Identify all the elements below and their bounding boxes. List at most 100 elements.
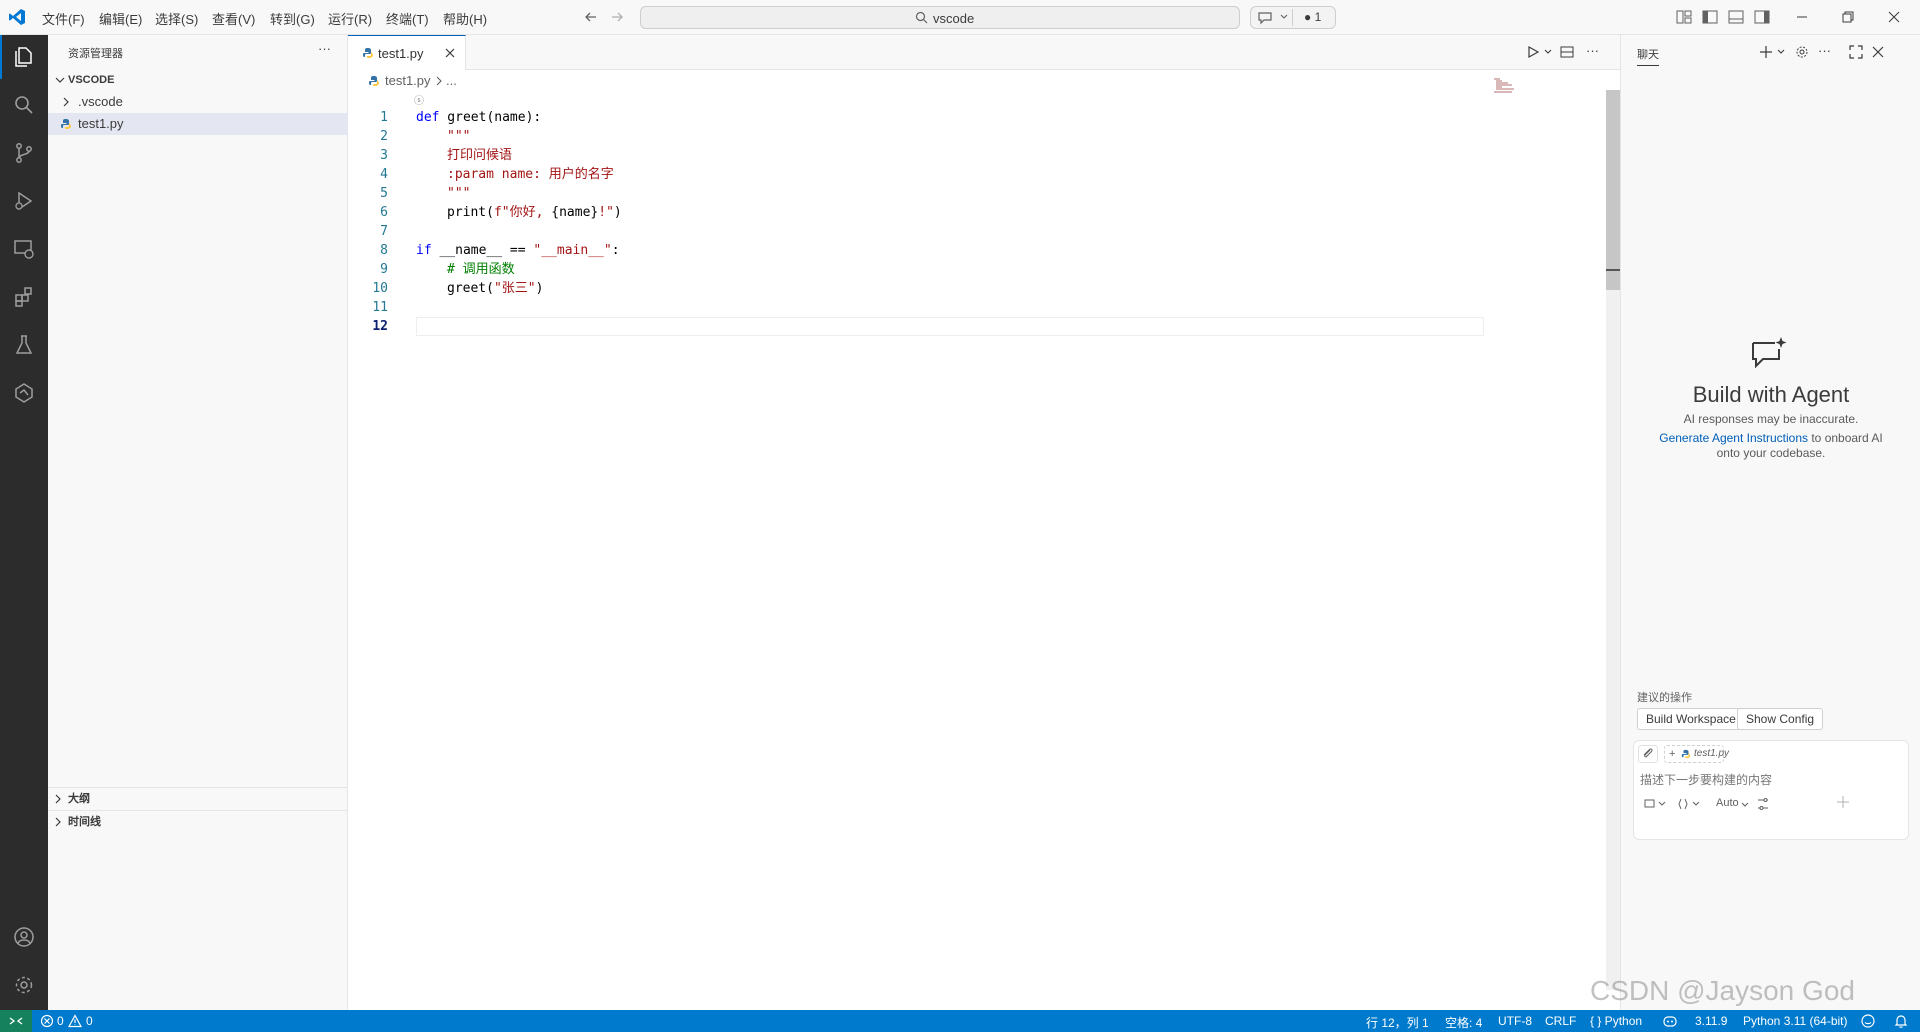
restore-icon[interactable] xyxy=(1841,10,1855,24)
tab-test1-py[interactable]: test1.py xyxy=(348,35,466,70)
sidebar-title: 资源管理器 xyxy=(68,48,123,60)
gear-icon[interactable] xyxy=(0,963,48,1007)
new-chat-icon[interactable] xyxy=(1759,45,1773,59)
gear-icon[interactable] xyxy=(1795,45,1809,59)
python-version[interactable]: 3.11.9 xyxy=(1695,1014,1727,1028)
notification-badge: ● 1 xyxy=(1304,10,1322,24)
build-workspace-button[interactable]: Build Workspace xyxy=(1637,708,1745,730)
code-editor[interactable]: test1.py ... ⓢ 1 2 3 4 5 6 7 8 9 10 11 1… xyxy=(348,70,1620,1011)
context-file-chip[interactable]: + test1.py xyxy=(1664,745,1729,763)
line-number: 5 xyxy=(380,186,388,201)
copilot-icon[interactable] xyxy=(1662,1013,1678,1029)
menu-terminal[interactable]: 终端(T) xyxy=(386,9,429,28)
run-file-icon[interactable] xyxy=(1526,45,1540,59)
tree-item-test1-py[interactable]: test1.py xyxy=(48,113,348,135)
extensions-icon[interactable] xyxy=(0,275,48,319)
remote-indicator[interactable] xyxy=(0,1010,32,1032)
tools-icon[interactable] xyxy=(1678,798,1702,810)
split-editor-icon[interactable] xyxy=(1560,45,1574,59)
close-icon[interactable] xyxy=(444,47,456,59)
menu-help[interactable]: 帮助(H) xyxy=(443,9,487,28)
account-icon[interactable] xyxy=(0,915,48,959)
explorer-sidebar: 资源管理器 ··· VSCODE .vscode test1.py 大纲 时间线 xyxy=(48,35,348,1011)
agent-mode-icon[interactable] xyxy=(1644,798,1668,810)
chevron-right-icon xyxy=(60,91,72,113)
minimize-icon[interactable] xyxy=(1795,10,1809,24)
breadcrumb-file[interactable]: test1.py xyxy=(385,73,431,88)
model-picker[interactable]: Auto xyxy=(1716,797,1739,809)
error-count[interactable]: 0 xyxy=(57,1014,64,1028)
codelens-hint[interactable]: ⓢ xyxy=(414,92,424,107)
bell-icon[interactable] xyxy=(1893,1013,1909,1029)
indentation[interactable]: 空格: 4 xyxy=(1445,1014,1482,1031)
code-line: print(f"你好, {name}!") xyxy=(447,205,622,220)
more-actions-icon[interactable]: ··· xyxy=(1818,43,1831,58)
chat-input-box[interactable]: + test1.py 描述下一步要构建的内容 Auto xyxy=(1633,740,1909,840)
attach-context-button[interactable] xyxy=(1638,745,1658,763)
python-interpreter[interactable]: Python 3.11 (64-bit) xyxy=(1743,1014,1848,1028)
menu-view[interactable]: 查看(V) xyxy=(212,9,255,28)
line-number: 9 xyxy=(380,262,388,277)
source-control-icon[interactable] xyxy=(0,131,48,175)
file-encoding[interactable]: UTF-8 xyxy=(1498,1014,1532,1028)
back-arrow-icon[interactable] xyxy=(584,10,598,24)
chevron-down-icon[interactable] xyxy=(1776,47,1786,57)
menu-file[interactable]: 文件(F) xyxy=(42,9,85,28)
chevron-down-icon[interactable] xyxy=(1740,800,1750,810)
configure-tools-icon[interactable] xyxy=(1756,797,1770,811)
status-bar: 0 0 行 12，列 1 空格: 4 UTF-8 CRLF { } Python… xyxy=(0,1010,1920,1032)
close-window-icon[interactable] xyxy=(1887,10,1901,24)
menu-selection[interactable]: 选择(S) xyxy=(155,9,198,28)
feedback-icon[interactable] xyxy=(1860,1013,1876,1029)
search-text: vscode xyxy=(933,11,975,26)
menu-run[interactable]: 运行(R) xyxy=(328,9,372,28)
send-icon[interactable] xyxy=(1836,795,1850,809)
line-number: 6 xyxy=(380,205,388,220)
remote-explorer-icon[interactable] xyxy=(0,227,48,271)
toggle-primary-sidebar-icon[interactable] xyxy=(1702,10,1718,24)
code-line: """ xyxy=(447,186,471,201)
chat-input-placeholder[interactable]: 描述下一步要构建的内容 xyxy=(1640,771,1772,788)
language-mode[interactable]: { } Python xyxy=(1590,1014,1642,1028)
menu-go[interactable]: 转到(G) xyxy=(270,9,315,28)
forward-arrow-icon[interactable] xyxy=(610,10,624,24)
warnings-icon[interactable] xyxy=(68,1014,82,1028)
chevron-down-icon[interactable] xyxy=(1543,47,1553,57)
chat-tab[interactable]: 聊天 xyxy=(1637,46,1659,66)
cursor-position[interactable]: 行 12，列 1 xyxy=(1366,1014,1429,1031)
suggested-actions-label: 建议的操作 xyxy=(1637,692,1692,704)
scrollbar-thumb[interactable] xyxy=(1606,90,1620,290)
tree-item-vscode-folder[interactable]: .vscode xyxy=(48,91,348,113)
generate-instructions-link[interactable]: Generate Agent Instructions xyxy=(1659,431,1808,445)
explorer-icon[interactable] xyxy=(0,35,48,79)
python-file-icon xyxy=(1681,749,1691,759)
show-config-button[interactable]: Show Config xyxy=(1737,708,1824,730)
more-actions-icon[interactable]: ··· xyxy=(318,41,331,56)
run-debug-icon[interactable] xyxy=(0,179,48,223)
timeline-section[interactable]: 时间线 xyxy=(48,811,348,833)
editor-tab-bar: test1.py ··· xyxy=(348,35,1620,70)
maximize-icon[interactable] xyxy=(1849,45,1863,59)
copilot-status-group[interactable]: ● 1 xyxy=(1250,6,1336,29)
layout-customize-icon[interactable] xyxy=(1676,10,1692,24)
title-bar: 文件(F) 编辑(E) 选择(S) 查看(V) 转到(G) 运行(R) 终端(T… xyxy=(0,0,1920,35)
gitlens-icon[interactable] xyxy=(0,371,48,415)
close-icon[interactable] xyxy=(1871,45,1885,59)
outline-section[interactable]: 大纲 xyxy=(48,788,348,810)
code-line: greet("张三") xyxy=(447,281,544,296)
search-icon[interactable] xyxy=(0,83,48,127)
command-center-search[interactable]: vscode xyxy=(640,6,1240,29)
toggle-secondary-sidebar-icon[interactable] xyxy=(1754,10,1770,24)
line-ending[interactable]: CRLF xyxy=(1545,1014,1576,1028)
toggle-panel-icon[interactable] xyxy=(1728,10,1744,24)
minimap[interactable] xyxy=(1494,78,1524,94)
code-line: # 调用函数 xyxy=(447,262,515,277)
more-actions-icon[interactable]: ··· xyxy=(1586,43,1599,58)
errors-icon[interactable] xyxy=(40,1014,54,1028)
breadcrumb-more[interactable]: ... xyxy=(446,73,457,88)
warning-count[interactable]: 0 xyxy=(86,1014,93,1028)
code-line: """ xyxy=(447,129,471,144)
folder-root[interactable]: VSCODE xyxy=(48,69,348,91)
testing-icon[interactable] xyxy=(0,323,48,367)
menu-edit[interactable]: 编辑(E) xyxy=(99,9,142,28)
